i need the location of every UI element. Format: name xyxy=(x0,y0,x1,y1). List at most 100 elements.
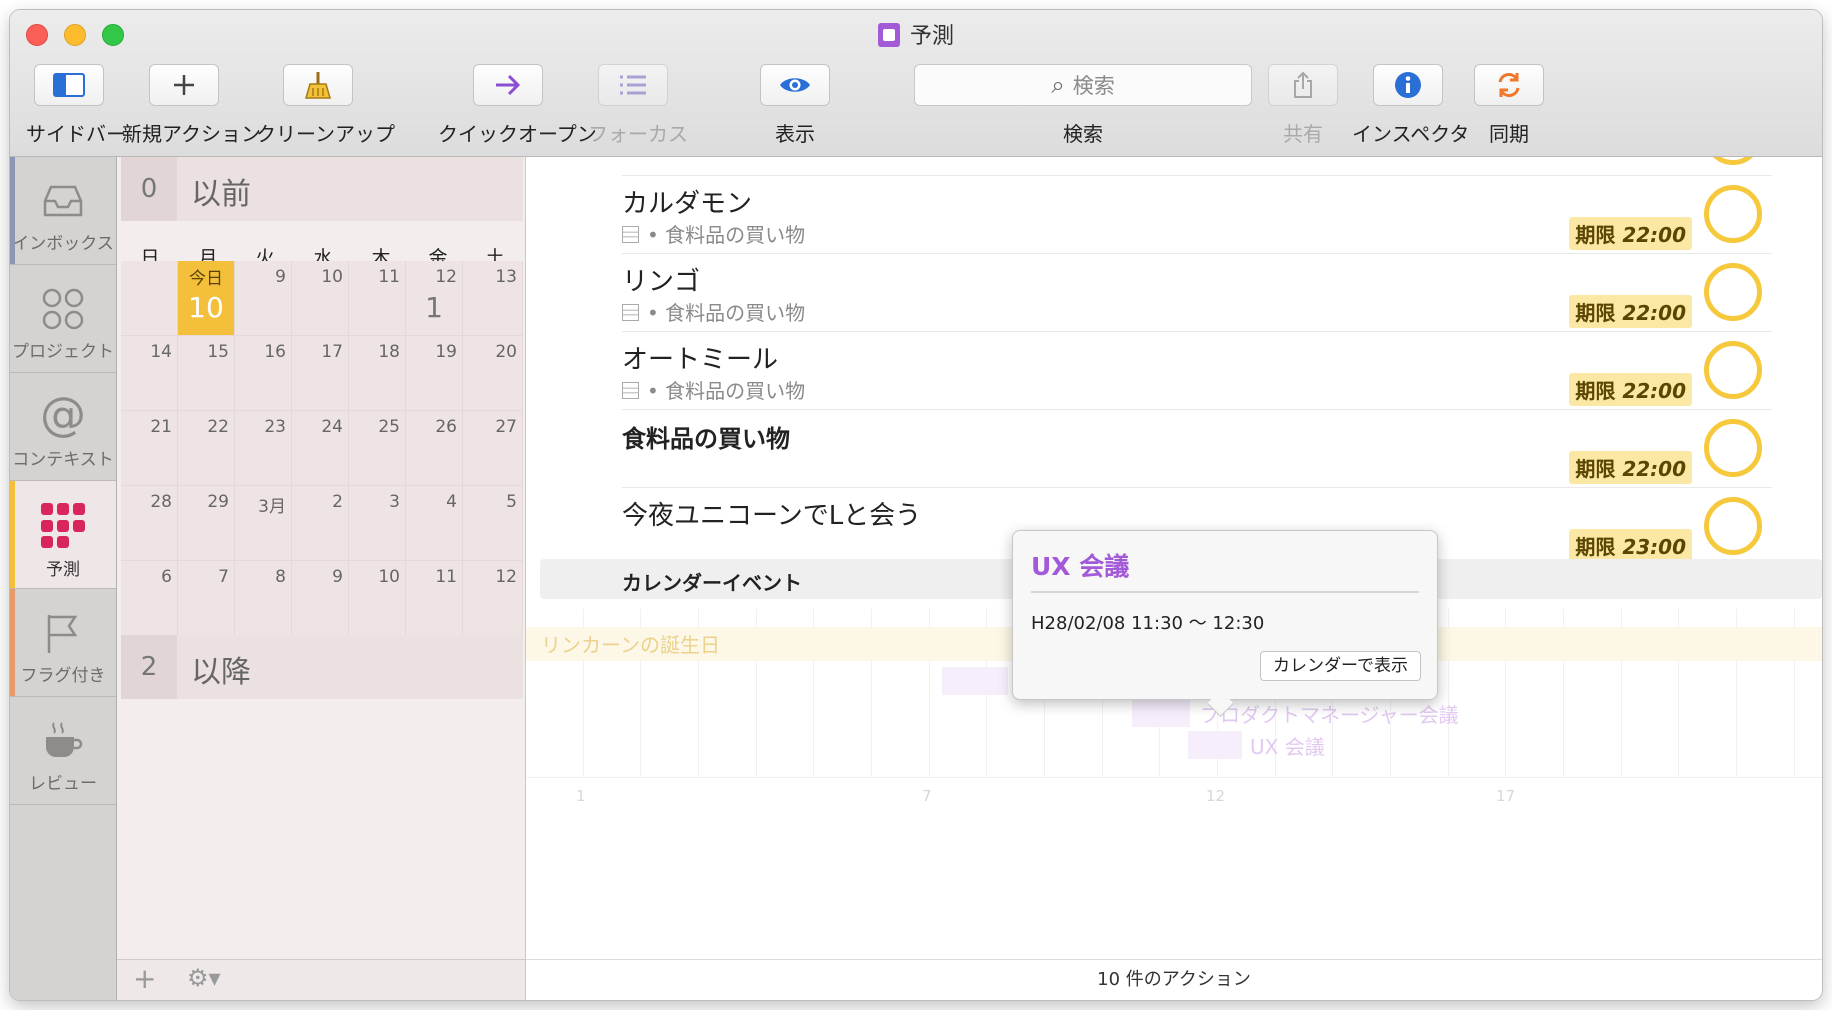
status-circle[interactable] xyxy=(1704,157,1762,165)
gear-icon[interactable]: ⚙▾ xyxy=(187,964,221,992)
action-context: • 食料品の買い物 xyxy=(622,375,805,404)
calendar-day[interactable]: 7 xyxy=(178,561,235,636)
calendar-day[interactable]: 29 xyxy=(178,486,235,561)
inspector-item[interactable]: インスペクタ xyxy=(1352,64,1469,150)
project-row[interactable]: 食料品の買い物 期限 22:00 xyxy=(622,409,1772,488)
due-badge: 期限 22:00 xyxy=(1569,217,1692,250)
calendar-day[interactable]: 21 xyxy=(121,411,178,486)
calendar-day[interactable]: 17 xyxy=(292,336,349,411)
future-bucket[interactable]: 2 以降 xyxy=(121,635,523,699)
calendar-day[interactable]: 3 xyxy=(349,486,406,561)
calendar-day[interactable]: 13 xyxy=(463,261,523,336)
focus-item[interactable]: フォーカス xyxy=(588,64,688,150)
action-title[interactable]: カルダモン xyxy=(622,183,752,220)
due-badge: 期限 22:00 xyxy=(1569,373,1692,406)
perspective-contexts-label: コンテキスト xyxy=(12,450,114,470)
calendar-day[interactable]: 19 xyxy=(406,336,463,411)
sync-item[interactable]: 同期 xyxy=(1472,64,1546,150)
axis-tick: 12 xyxy=(1206,787,1226,805)
calendar-day[interactable]: 12 xyxy=(463,561,523,636)
calendar-day[interactable]: 9 xyxy=(235,261,292,336)
action-row[interactable]: リンゴ • 食料品の買い物 期限 22:00 xyxy=(622,253,1772,332)
calendar-day[interactable]: 8 xyxy=(235,561,292,636)
calendar-day[interactable]: 4 xyxy=(406,486,463,561)
view-item[interactable]: 表示 xyxy=(758,64,832,150)
search-input[interactable]: ⌕ 検索 xyxy=(914,64,1252,106)
calendar-day-today[interactable]: 今日 10 xyxy=(178,261,235,336)
event-bar[interactable] xyxy=(1132,699,1190,727)
perspective-projects[interactable]: プロジェクト xyxy=(10,265,116,373)
view-label: 表示 xyxy=(775,122,815,146)
calendar-day[interactable]: 5 xyxy=(463,486,523,561)
event-label-ux[interactable]: UX 会議 xyxy=(1250,731,1325,760)
sync-button[interactable] xyxy=(1474,64,1544,106)
calendar-day[interactable]: 12 1 xyxy=(406,261,463,336)
event-bar[interactable] xyxy=(942,667,1008,695)
quick-open-button[interactable] xyxy=(473,64,543,106)
status-circle[interactable] xyxy=(1704,263,1762,321)
action-row[interactable]: オートミール • 食料品の買い物 期限 22:00 xyxy=(622,331,1772,410)
info-icon xyxy=(1395,72,1421,98)
status-circle[interactable] xyxy=(1704,419,1762,477)
perspective-contexts[interactable]: @ コンテキスト xyxy=(10,373,116,481)
show-in-calendar-button[interactable]: カレンダーで表示 xyxy=(1260,651,1421,681)
new-action-button[interactable] xyxy=(149,64,219,106)
calendar-day[interactable]: 14 xyxy=(121,336,178,411)
add-icon[interactable]: + xyxy=(133,962,156,995)
status-circle[interactable] xyxy=(1704,185,1762,243)
action-row[interactable]: カルダモン • 食料品の買い物 期限 22:00 xyxy=(622,175,1772,254)
calendar-day[interactable]: 23 xyxy=(235,411,292,486)
event-label[interactable]: プロダクトマネージャー会議 xyxy=(1200,699,1459,728)
sidebar-toggle-item[interactable]: サイドバー xyxy=(26,64,126,150)
calendar-day[interactable] xyxy=(121,261,178,336)
action-row-partial[interactable] xyxy=(622,157,1772,176)
perspective-inbox[interactable]: インボックス xyxy=(10,157,116,265)
calendar-day[interactable]: 18 xyxy=(349,336,406,411)
calendar-day[interactable]: 6 xyxy=(121,561,178,636)
share-item[interactable]: 共有 xyxy=(1266,64,1340,150)
day-count: 1 xyxy=(425,291,443,324)
new-action-item[interactable]: 新規アクション xyxy=(122,64,261,150)
calendar-day[interactable]: 25 xyxy=(349,411,406,486)
axis-tick: 7 xyxy=(922,787,932,805)
perspective-review[interactable]: レビュー xyxy=(10,697,116,805)
future-label: 以降 xyxy=(191,655,251,690)
inspector-button[interactable] xyxy=(1373,64,1443,106)
action-title[interactable]: 今夜ユニコーンでLと会う xyxy=(622,495,921,532)
calendar-day[interactable]: 10 xyxy=(349,561,406,636)
project-title[interactable]: 食料品の買い物 xyxy=(622,419,790,454)
calendar-day[interactable]: 15 xyxy=(178,336,235,411)
calendar-day[interactable]: 2 xyxy=(292,486,349,561)
calendar-day[interactable]: 22 xyxy=(178,411,235,486)
calendar-day[interactable]: 28 xyxy=(121,486,178,561)
calendar-day[interactable]: 11 xyxy=(406,561,463,636)
view-button[interactable] xyxy=(760,64,830,106)
calendar-day[interactable]: 26 xyxy=(406,411,463,486)
calendar-day[interactable]: 20 xyxy=(463,336,523,411)
calendar-day[interactable]: 27 xyxy=(463,411,523,486)
calendar-day[interactable]: 9 xyxy=(292,561,349,636)
event-bar-ux[interactable] xyxy=(1188,731,1242,759)
share-button[interactable] xyxy=(1268,64,1338,106)
past-bucket[interactable]: 0 以前 xyxy=(121,157,523,221)
cleanup-item[interactable]: クリーンアップ xyxy=(256,64,395,150)
calendar-day[interactable]: 11 xyxy=(349,261,406,336)
calendar-day[interactable]: 16 xyxy=(235,336,292,411)
sidebar-toggle-button[interactable] xyxy=(34,64,104,106)
window-title: 予測 xyxy=(10,18,1822,50)
action-title[interactable]: リンゴ xyxy=(622,261,700,298)
perspective-forecast[interactable]: 予測 xyxy=(10,481,116,589)
perspective-forecast-label: 予測 xyxy=(46,560,80,580)
status-circle[interactable] xyxy=(1704,341,1762,399)
search-item[interactable]: ⌕ 検索 検索 xyxy=(914,64,1252,150)
calendar-day[interactable]: 24 xyxy=(292,411,349,486)
action-title[interactable]: オートミール xyxy=(622,339,778,376)
calendar-day[interactable]: 10 xyxy=(292,261,349,336)
cleanup-button[interactable] xyxy=(283,64,353,106)
calendar-day[interactable]: 3月 xyxy=(235,486,292,561)
search-placeholder: 検索 xyxy=(1072,74,1115,98)
perspective-flagged[interactable]: フラグ付き xyxy=(10,589,116,697)
focus-button[interactable] xyxy=(598,64,668,106)
quick-open-item[interactable]: クイックオープン xyxy=(438,64,597,150)
status-circle[interactable] xyxy=(1704,497,1762,555)
